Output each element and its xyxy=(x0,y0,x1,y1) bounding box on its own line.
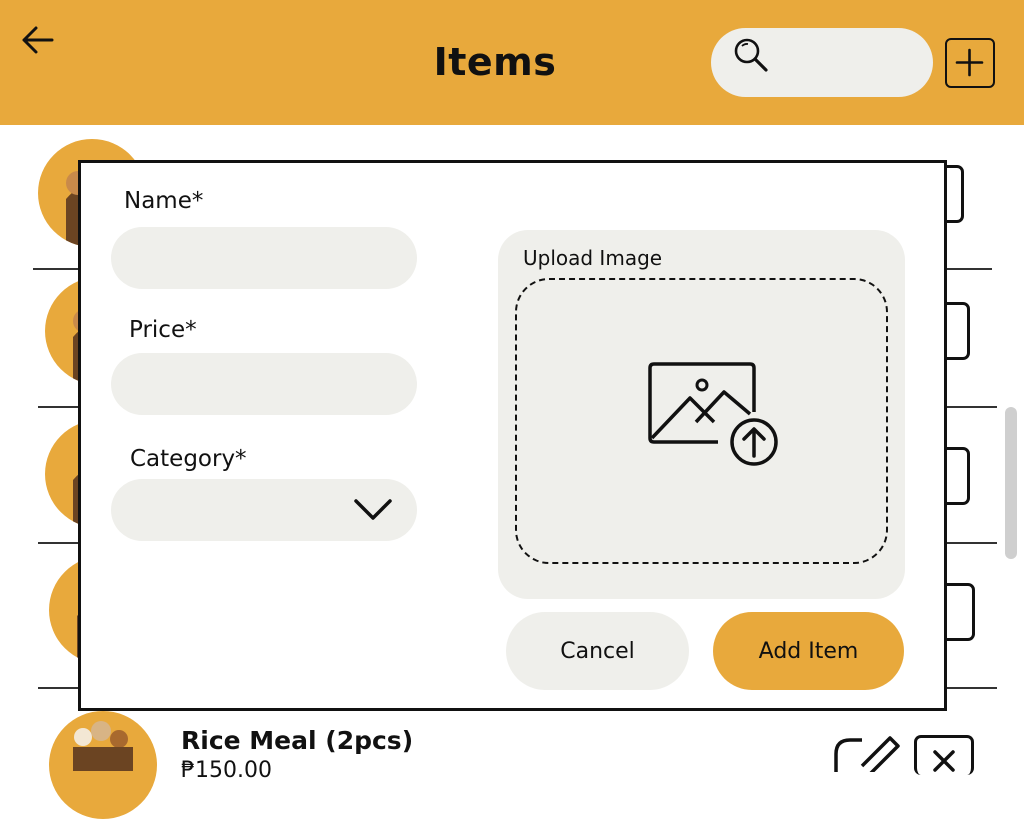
upload-image-panel: Upload Image xyxy=(498,230,905,599)
cancel-button[interactable]: Cancel xyxy=(506,612,689,690)
price-field[interactable] xyxy=(111,353,417,415)
add-item-dialog: Name* Price* Category* Upload Image Canc… xyxy=(78,160,947,711)
edit-button[interactable] xyxy=(832,732,902,776)
scrollbar-thumb[interactable] xyxy=(1005,407,1017,559)
pencil-edit-icon xyxy=(834,736,900,776)
top-bar: Items xyxy=(0,0,1024,125)
category-label: Category* xyxy=(130,446,247,472)
image-dropzone[interactable] xyxy=(515,278,888,564)
item-price: ₱150.00 xyxy=(181,758,272,783)
close-icon xyxy=(933,750,955,772)
item-name: Rice Meal (2pcs) xyxy=(181,726,414,755)
category-select[interactable] xyxy=(111,479,417,541)
search-input[interactable] xyxy=(775,40,919,86)
upload-label: Upload Image xyxy=(523,246,663,270)
add-item-submit-button[interactable]: Add Item xyxy=(713,612,904,690)
plus-icon xyxy=(955,48,984,77)
add-item-button[interactable] xyxy=(945,38,995,88)
item-avatar xyxy=(49,711,157,819)
delete-button[interactable] xyxy=(914,735,974,775)
search-bar[interactable] xyxy=(711,28,933,97)
name-label: Name* xyxy=(124,188,204,214)
chevron-down-icon xyxy=(354,499,392,520)
price-label: Price* xyxy=(129,317,197,343)
image-upload-icon xyxy=(648,362,778,466)
search-icon xyxy=(734,38,768,72)
food-image-icon xyxy=(73,721,133,771)
name-field[interactable] xyxy=(111,227,417,289)
